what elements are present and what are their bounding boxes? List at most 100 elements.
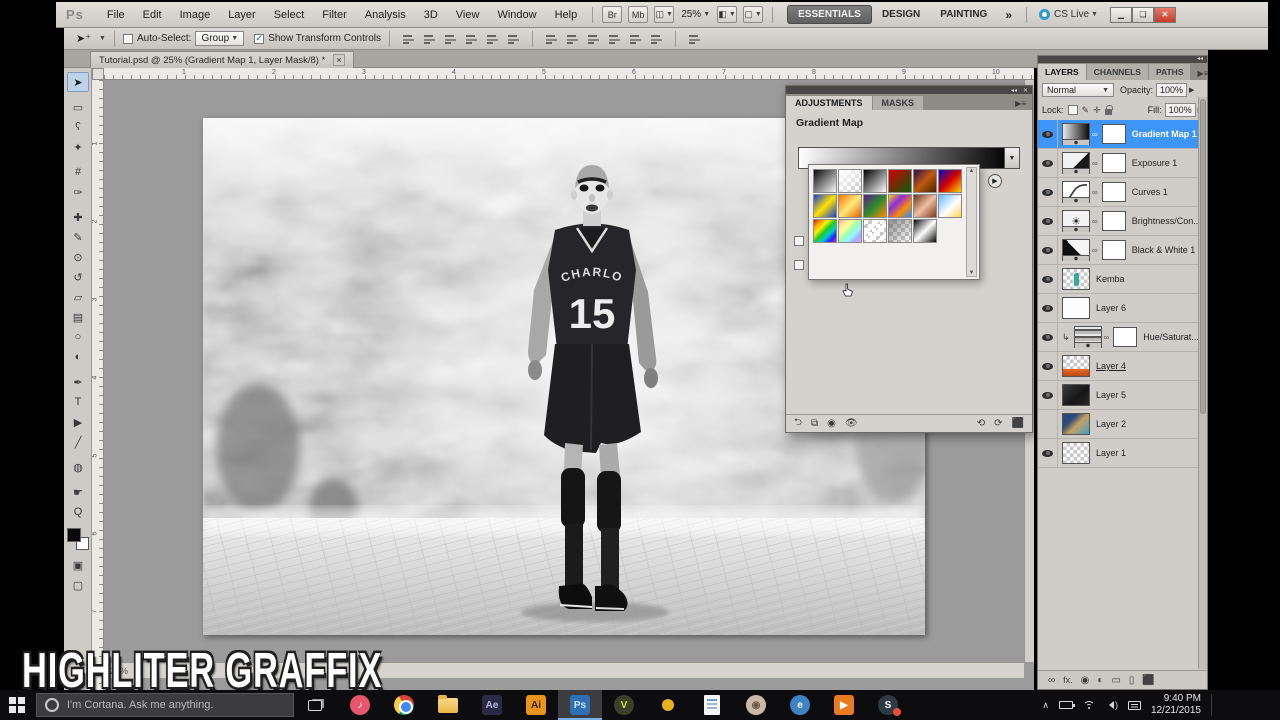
panel-menu-icon[interactable]: ▶≡ [1191, 67, 1214, 80]
type-tool[interactable]: T [67, 392, 89, 412]
adjustment-layer-icon[interactable]: ◐ [1097, 675, 1103, 686]
wifi-icon[interactable] [1082, 700, 1095, 710]
gradient-preset-1[interactable] [838, 169, 862, 193]
layer-mask-thumbnail[interactable] [1101, 211, 1126, 231]
layer-thumbnail[interactable] [1062, 297, 1090, 319]
auto-align-button[interactable] [686, 31, 704, 46]
word-icon[interactable] [690, 690, 734, 720]
menu-item-filter[interactable]: Filter [313, 3, 355, 27]
layer-row-gradient-map-1[interactable]: ∞ Gradient Map 1 [1038, 120, 1207, 149]
layer-row-layer-6[interactable]: Layer 6 [1038, 294, 1207, 323]
gradient-preset-3[interactable] [888, 169, 912, 193]
launch-bridge-button[interactable]: Br [602, 6, 623, 23]
layers-scrollbar[interactable] [1198, 97, 1207, 669]
layer-name[interactable]: Layer 4 [1096, 361, 1126, 371]
rotate-3d-tool[interactable]: ◍ [67, 457, 89, 477]
layer-mask-thumbnail[interactable] [1113, 327, 1138, 347]
menu-item-window[interactable]: Window [488, 3, 545, 27]
layer-thumbnail[interactable] [1062, 268, 1090, 290]
marquee-tool[interactable]: ▭ [67, 97, 89, 117]
scrollbar-thumb[interactable] [1200, 99, 1206, 414]
tab-channels[interactable]: CHANNELS [1086, 64, 1148, 80]
gradient-preset-2[interactable] [863, 169, 887, 193]
tab-masks[interactable]: MASKS [872, 96, 924, 110]
new-group-icon[interactable]: ▭ [1111, 675, 1120, 686]
distribute-button-1[interactable] [564, 31, 582, 46]
lock-position-icon[interactable]: ✛ [1093, 105, 1101, 116]
fill-value[interactable]: 100% [1164, 103, 1196, 117]
sticky-notes-icon[interactable] [646, 690, 690, 720]
layer-row-curves-1[interactable]: ∞ Curves 1 [1038, 178, 1207, 207]
illustrator-icon[interactable]: Ai [514, 690, 558, 720]
layer-visibility-toggle[interactable] [1038, 352, 1058, 380]
quick-selection-tool[interactable]: ✦ [67, 137, 89, 157]
quick-mask-button[interactable]: ▣ [67, 555, 89, 575]
menu-item-image[interactable]: Image [171, 3, 220, 27]
workspace-design[interactable]: DESIGN [872, 6, 930, 23]
align-button-5[interactable] [505, 31, 523, 46]
layer-row-brightness-con-[interactable]: ☀ ∞ Brightness/Con... [1038, 207, 1207, 236]
clone-stamp-tool[interactable]: ⊙ [67, 247, 89, 267]
layer-thumbnail[interactable] [1062, 442, 1090, 464]
layer-row-layer-5[interactable]: Layer 5 [1038, 381, 1207, 410]
tab-layers[interactable]: LAYERS [1038, 64, 1086, 80]
cs-live-button[interactable]: CS Live ▼ [1039, 9, 1098, 20]
dodge-tool[interactable]: ◐ [67, 347, 89, 367]
gradient-preset-9[interactable] [888, 194, 912, 218]
layer-visibility-toggle[interactable] [1038, 207, 1058, 235]
expanded-view-icon[interactable]: ⧉ [811, 418, 818, 429]
layer-mask-thumbnail[interactable] [1101, 182, 1126, 202]
reverse-checkbox[interactable] [794, 260, 804, 270]
blur-tool[interactable]: ○ [67, 327, 89, 347]
restore-button[interactable]: ❏ [1131, 6, 1154, 23]
layer-row-hue-saturat-[interactable]: ↳ ∞ Hue/Saturat... [1038, 323, 1207, 352]
pen-tool[interactable]: ✒ [67, 372, 89, 392]
workspace-overflow-button[interactable]: » [997, 8, 1020, 22]
battery-icon[interactable] [1058, 701, 1075, 709]
menu-item-edit[interactable]: Edit [134, 3, 171, 27]
layer-name[interactable]: Brightness/Con... [1132, 216, 1201, 226]
close-button[interactable]: ✕ [1153, 6, 1176, 23]
gradient-preset-4[interactable] [913, 169, 937, 193]
layer-mask-thumbnail[interactable] [1101, 153, 1126, 173]
layer-visibility-toggle[interactable] [1038, 120, 1058, 148]
preset-scrollbar[interactable]: ▲ ▼ [966, 167, 977, 277]
layer-name[interactable]: Layer 2 [1096, 419, 1126, 429]
minimize-button[interactable]: ▁ [1109, 6, 1132, 23]
delete-icon[interactable]: ⬛ [1012, 418, 1024, 429]
menu-item-3d[interactable]: 3D [415, 3, 447, 27]
layer-name[interactable]: Kemba [1096, 274, 1125, 284]
opacity-value[interactable]: 100% [1156, 83, 1188, 97]
dock-collapse-bar[interactable]: ◂◂ [1038, 56, 1207, 63]
distribute-button-2[interactable] [585, 31, 603, 46]
menu-item-layer[interactable]: Layer [219, 3, 265, 27]
layer-visibility-toggle[interactable] [1038, 265, 1058, 293]
layer-visibility-toggle[interactable] [1038, 178, 1058, 206]
layer-name[interactable]: Black & White 1 [1132, 245, 1196, 255]
camera-icon[interactable]: ◉ [734, 690, 778, 720]
layer-name[interactable]: Hue/Saturat... [1143, 332, 1199, 342]
delete-layer-icon[interactable]: ⬛ [1142, 675, 1154, 686]
dither-checkbox[interactable] [794, 236, 804, 246]
crop-tool[interactable]: # [67, 162, 89, 182]
hand-tool[interactable]: ☛ [67, 482, 89, 502]
layer-mask-thumbnail[interactable] [1101, 240, 1126, 260]
distribute-button-0[interactable] [543, 31, 561, 46]
zoom-level-control[interactable]: 25% ▼ [681, 9, 710, 20]
layer-visibility-toggle[interactable] [1038, 294, 1058, 322]
screen-mode-button[interactable]: ▢ ▼ [743, 6, 764, 23]
auto-select-checkbox[interactable] [122, 33, 133, 44]
lock-all-icon[interactable] [1104, 104, 1113, 115]
panel-menu-icon[interactable]: ▶≡ [1009, 97, 1032, 110]
game-icon[interactable]: V [602, 690, 646, 720]
gradient-preset-7[interactable] [838, 194, 862, 218]
align-button-2[interactable] [442, 31, 460, 46]
cortana-search-box[interactable]: I'm Cortana. Ask me anything. [36, 693, 294, 717]
layer-row-layer-4[interactable]: Layer 4 [1038, 352, 1207, 381]
opacity-spinner[interactable]: ▶ [1189, 86, 1194, 94]
workspace-painting[interactable]: PAINTING [930, 6, 997, 23]
file-explorer-icon[interactable] [426, 690, 470, 720]
menu-item-view[interactable]: View [447, 3, 489, 27]
layer-name[interactable]: Exposure 1 [1132, 158, 1178, 168]
gradient-preset-6[interactable] [813, 194, 837, 218]
